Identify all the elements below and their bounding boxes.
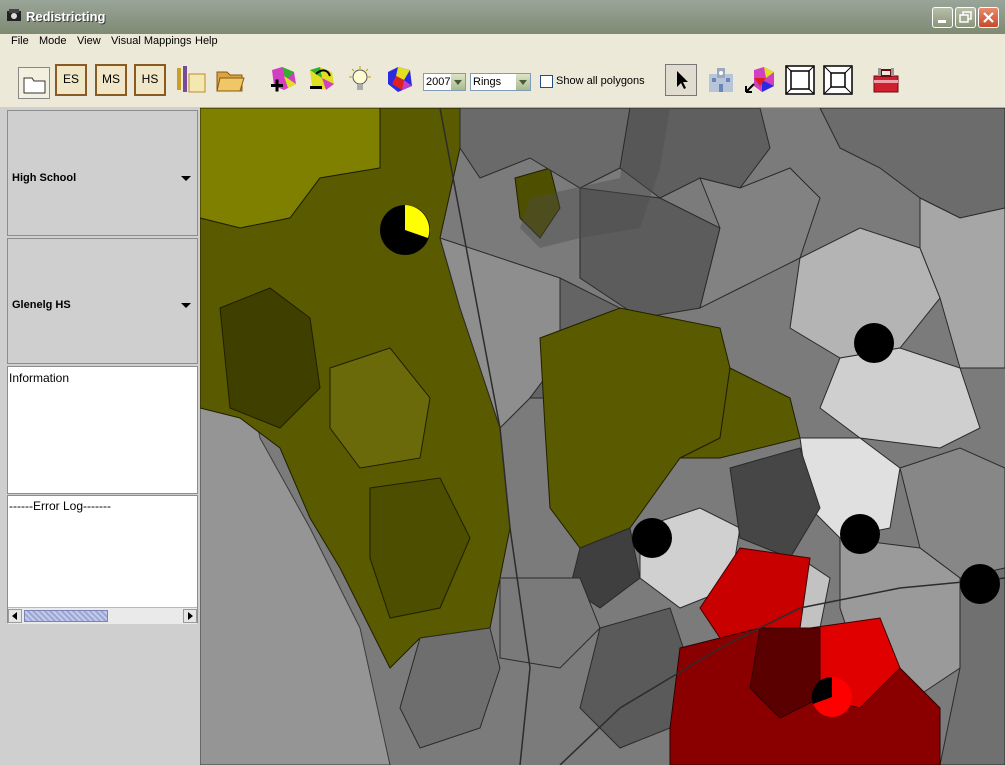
menu-file[interactable]: File bbox=[11, 35, 29, 47]
scroll-left-button[interactable] bbox=[8, 609, 22, 623]
information-pane[interactable]: Information bbox=[7, 366, 198, 494]
map-view[interactable] bbox=[200, 108, 1005, 765]
lightbulb-icon bbox=[349, 66, 371, 90]
view-mode-select-value: Rings bbox=[473, 76, 502, 88]
title-bar: Redistricting bbox=[0, 0, 1005, 34]
minimize-button[interactable] bbox=[932, 7, 953, 28]
move-region-button[interactable] bbox=[744, 64, 776, 96]
remove-map-icon bbox=[310, 67, 334, 90]
left-arrow-icon bbox=[12, 612, 17, 620]
close-button[interactable] bbox=[978, 7, 999, 28]
select-tool-button[interactable] bbox=[665, 64, 697, 96]
ms-button[interactable]: MS bbox=[95, 64, 127, 96]
folder-icon bbox=[23, 77, 46, 94]
school-value: Glenelg HS bbox=[12, 299, 71, 311]
right-arrow-icon bbox=[188, 612, 193, 620]
remove-region-button[interactable] bbox=[306, 64, 338, 96]
add-region-button[interactable] bbox=[268, 64, 300, 96]
school-marker[interactable] bbox=[840, 514, 880, 554]
school-level-value: High School bbox=[12, 172, 77, 184]
information-label: Information bbox=[9, 371, 70, 385]
color-map-icon bbox=[388, 67, 412, 92]
hs-button[interactable]: HS bbox=[134, 64, 166, 96]
school-level-select[interactable]: High School bbox=[7, 110, 198, 236]
scroll-thumb[interactable] bbox=[24, 610, 108, 622]
year-select[interactable]: 2007 bbox=[423, 73, 466, 91]
zoom-extent-button[interactable] bbox=[784, 64, 816, 96]
dropdown-arrow-icon[interactable] bbox=[181, 176, 191, 181]
color-map-button[interactable] bbox=[384, 64, 416, 96]
open-button[interactable] bbox=[18, 67, 50, 99]
move-map-icon bbox=[745, 67, 774, 93]
school-select[interactable]: Glenelg HS bbox=[7, 238, 198, 364]
show-all-polygons-label: Show all polygons bbox=[556, 75, 645, 87]
pencils-icon bbox=[177, 66, 206, 93]
error-log-pane[interactable]: ------Error Log------- bbox=[7, 495, 198, 623]
school-marker[interactable] bbox=[632, 518, 672, 558]
edit-tools-button[interactable] bbox=[175, 64, 207, 96]
zoom-extent-icon bbox=[785, 65, 815, 95]
error-log-scrollbar[interactable] bbox=[8, 607, 197, 624]
chevron-down-icon[interactable] bbox=[516, 74, 530, 90]
dropdown-arrow-icon[interactable] bbox=[181, 303, 191, 308]
school-marker[interactable] bbox=[854, 323, 894, 363]
suggest-button[interactable] bbox=[344, 64, 376, 96]
menu-mode[interactable]: Mode bbox=[39, 35, 67, 47]
es-button[interactable]: ES bbox=[55, 64, 87, 96]
school-marker[interactable] bbox=[960, 564, 1000, 604]
district-map[interactable] bbox=[200, 108, 1005, 765]
window-title: Redistricting bbox=[26, 9, 106, 24]
view-mode-select[interactable]: Rings bbox=[470, 73, 531, 91]
zoom-fit-button[interactable] bbox=[822, 64, 854, 96]
scroll-right-button[interactable] bbox=[183, 609, 197, 623]
chevron-down-icon[interactable] bbox=[451, 74, 465, 90]
arrow-pointer-icon bbox=[677, 71, 688, 89]
toolbox-icon bbox=[873, 68, 899, 93]
school-info-button[interactable] bbox=[705, 64, 737, 96]
minimize-icon bbox=[938, 20, 946, 23]
app-icon bbox=[7, 9, 21, 21]
menu-help[interactable]: Help bbox=[195, 35, 218, 47]
open-folder-icon bbox=[216, 71, 245, 92]
add-map-icon bbox=[271, 67, 296, 92]
menu-bar: File Mode View Visual Mappings Help bbox=[0, 34, 1005, 51]
menu-view[interactable]: View bbox=[77, 35, 101, 47]
maximize-button[interactable] bbox=[955, 7, 976, 28]
close-icon bbox=[983, 12, 994, 23]
menu-visual-mappings[interactable]: Visual Mappings bbox=[111, 35, 192, 47]
toolbox-button[interactable] bbox=[870, 64, 902, 96]
toolbar: ES MS HS 2007 Rings bbox=[0, 51, 1005, 108]
show-all-polygons-checkbox[interactable] bbox=[540, 75, 553, 88]
open-folder-button[interactable] bbox=[214, 64, 246, 96]
restore-icon bbox=[959, 11, 972, 23]
error-log-text: ------Error Log------- bbox=[9, 499, 111, 513]
year-select-value: 2007 bbox=[426, 76, 451, 88]
zoom-fit-icon bbox=[823, 65, 853, 95]
left-panel: High School Glenelg HS Information -----… bbox=[0, 107, 200, 765]
school-building-icon bbox=[709, 68, 733, 92]
